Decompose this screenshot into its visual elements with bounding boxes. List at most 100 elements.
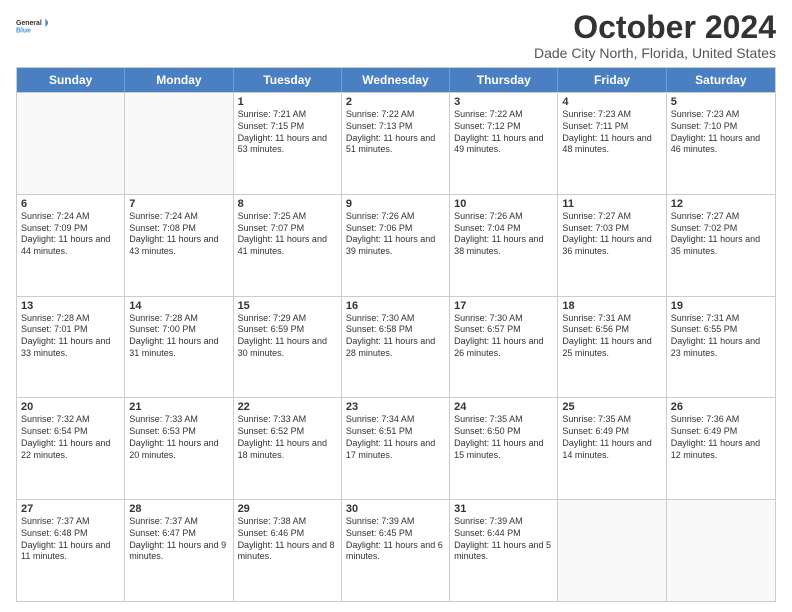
logo: General Blue <box>16 10 48 42</box>
cell-sunrise: Sunrise: 7:23 AMSunset: 7:11 PMDaylight:… <box>562 109 651 154</box>
cell-sunrise: Sunrise: 7:27 AMSunset: 7:02 PMDaylight:… <box>671 211 760 256</box>
day-number: 14 <box>129 300 228 312</box>
header-right: October 2024 Dade City North, Florida, U… <box>534 10 776 61</box>
day-number: 10 <box>454 198 553 210</box>
day-number: 31 <box>454 503 553 515</box>
cell-sunrise: Sunrise: 7:33 AMSunset: 6:52 PMDaylight:… <box>238 414 327 459</box>
day-number: 9 <box>346 198 445 210</box>
cell-sunrise: Sunrise: 7:31 AMSunset: 6:56 PMDaylight:… <box>562 313 651 358</box>
calendar-cell-23: 23 Sunrise: 7:34 AMSunset: 6:51 PMDaylig… <box>342 398 450 499</box>
day-number: 17 <box>454 300 553 312</box>
calendar-cell-15: 15 Sunrise: 7:29 AMSunset: 6:59 PMDaylig… <box>234 297 342 398</box>
cell-sunrise: Sunrise: 7:28 AMSunset: 7:01 PMDaylight:… <box>21 313 110 358</box>
page: General Blue October 2024 Dade City Nort… <box>0 0 792 612</box>
day-number: 11 <box>562 198 661 210</box>
cell-sunrise: Sunrise: 7:24 AMSunset: 7:09 PMDaylight:… <box>21 211 110 256</box>
calendar-cell-8: 8 Sunrise: 7:25 AMSunset: 7:07 PMDayligh… <box>234 195 342 296</box>
calendar-cell-empty <box>558 500 666 601</box>
day-number: 21 <box>129 401 228 413</box>
calendar-cell-5: 5 Sunrise: 7:23 AMSunset: 7:10 PMDayligh… <box>667 93 775 194</box>
day-number: 15 <box>238 300 337 312</box>
cell-sunrise: Sunrise: 7:26 AMSunset: 7:06 PMDaylight:… <box>346 211 435 256</box>
day-number: 13 <box>21 300 120 312</box>
cell-sunrise: Sunrise: 7:23 AMSunset: 7:10 PMDaylight:… <box>671 109 760 154</box>
calendar-cell-empty <box>125 93 233 194</box>
calendar-cell-24: 24 Sunrise: 7:35 AMSunset: 6:50 PMDaylig… <box>450 398 558 499</box>
cell-sunrise: Sunrise: 7:37 AMSunset: 6:47 PMDaylight:… <box>129 516 226 561</box>
cell-sunrise: Sunrise: 7:38 AMSunset: 6:46 PMDaylight:… <box>238 516 335 561</box>
cell-sunrise: Sunrise: 7:22 AMSunset: 7:12 PMDaylight:… <box>454 109 543 154</box>
logo-icon: General Blue <box>16 10 48 42</box>
calendar-body: 1 Sunrise: 7:21 AMSunset: 7:15 PMDayligh… <box>17 92 775 601</box>
day-number: 8 <box>238 198 337 210</box>
calendar-cell-13: 13 Sunrise: 7:28 AMSunset: 7:01 PMDaylig… <box>17 297 125 398</box>
cell-sunrise: Sunrise: 7:30 AMSunset: 6:57 PMDaylight:… <box>454 313 543 358</box>
calendar-week-4: 20 Sunrise: 7:32 AMSunset: 6:54 PMDaylig… <box>17 397 775 499</box>
cell-sunrise: Sunrise: 7:35 AMSunset: 6:50 PMDaylight:… <box>454 414 543 459</box>
day-number: 2 <box>346 96 445 108</box>
calendar-cell-29: 29 Sunrise: 7:38 AMSunset: 6:46 PMDaylig… <box>234 500 342 601</box>
cell-sunrise: Sunrise: 7:25 AMSunset: 7:07 PMDaylight:… <box>238 211 327 256</box>
cell-sunrise: Sunrise: 7:39 AMSunset: 6:44 PMDaylight:… <box>454 516 551 561</box>
svg-text:General: General <box>16 20 42 27</box>
cell-sunrise: Sunrise: 7:31 AMSunset: 6:55 PMDaylight:… <box>671 313 760 358</box>
day-number: 6 <box>21 198 120 210</box>
cell-sunrise: Sunrise: 7:30 AMSunset: 6:58 PMDaylight:… <box>346 313 435 358</box>
day-number: 28 <box>129 503 228 515</box>
cell-sunrise: Sunrise: 7:21 AMSunset: 7:15 PMDaylight:… <box>238 109 327 154</box>
calendar-header-monday: Monday <box>125 68 233 92</box>
calendar-cell-9: 9 Sunrise: 7:26 AMSunset: 7:06 PMDayligh… <box>342 195 450 296</box>
calendar-cell-16: 16 Sunrise: 7:30 AMSunset: 6:58 PMDaylig… <box>342 297 450 398</box>
calendar-header-tuesday: Tuesday <box>234 68 342 92</box>
cell-sunrise: Sunrise: 7:29 AMSunset: 6:59 PMDaylight:… <box>238 313 327 358</box>
calendar-cell-31: 31 Sunrise: 7:39 AMSunset: 6:44 PMDaylig… <box>450 500 558 601</box>
calendar: SundayMondayTuesdayWednesdayThursdayFrid… <box>16 67 776 602</box>
day-number: 4 <box>562 96 661 108</box>
calendar-cell-20: 20 Sunrise: 7:32 AMSunset: 6:54 PMDaylig… <box>17 398 125 499</box>
calendar-cell-4: 4 Sunrise: 7:23 AMSunset: 7:11 PMDayligh… <box>558 93 666 194</box>
calendar-cell-22: 22 Sunrise: 7:33 AMSunset: 6:52 PMDaylig… <box>234 398 342 499</box>
day-number: 18 <box>562 300 661 312</box>
calendar-week-5: 27 Sunrise: 7:37 AMSunset: 6:48 PMDaylig… <box>17 499 775 601</box>
cell-sunrise: Sunrise: 7:28 AMSunset: 7:00 PMDaylight:… <box>129 313 218 358</box>
calendar-cell-12: 12 Sunrise: 7:27 AMSunset: 7:02 PMDaylig… <box>667 195 775 296</box>
calendar-cell-3: 3 Sunrise: 7:22 AMSunset: 7:12 PMDayligh… <box>450 93 558 194</box>
cell-sunrise: Sunrise: 7:26 AMSunset: 7:04 PMDaylight:… <box>454 211 543 256</box>
calendar-cell-25: 25 Sunrise: 7:35 AMSunset: 6:49 PMDaylig… <box>558 398 666 499</box>
day-number: 7 <box>129 198 228 210</box>
page-title: October 2024 <box>534 10 776 45</box>
calendar-cell-18: 18 Sunrise: 7:31 AMSunset: 6:56 PMDaylig… <box>558 297 666 398</box>
calendar-cell-30: 30 Sunrise: 7:39 AMSunset: 6:45 PMDaylig… <box>342 500 450 601</box>
day-number: 12 <box>671 198 771 210</box>
calendar-cell-empty <box>667 500 775 601</box>
calendar-cell-11: 11 Sunrise: 7:27 AMSunset: 7:03 PMDaylig… <box>558 195 666 296</box>
calendar-cell-1: 1 Sunrise: 7:21 AMSunset: 7:15 PMDayligh… <box>234 93 342 194</box>
day-number: 27 <box>21 503 120 515</box>
calendar-week-3: 13 Sunrise: 7:28 AMSunset: 7:01 PMDaylig… <box>17 296 775 398</box>
calendar-header-saturday: Saturday <box>667 68 775 92</box>
day-number: 1 <box>238 96 337 108</box>
calendar-cell-26: 26 Sunrise: 7:36 AMSunset: 6:49 PMDaylig… <box>667 398 775 499</box>
day-number: 29 <box>238 503 337 515</box>
calendar-cell-6: 6 Sunrise: 7:24 AMSunset: 7:09 PMDayligh… <box>17 195 125 296</box>
calendar-cell-27: 27 Sunrise: 7:37 AMSunset: 6:48 PMDaylig… <box>17 500 125 601</box>
cell-sunrise: Sunrise: 7:36 AMSunset: 6:49 PMDaylight:… <box>671 414 760 459</box>
calendar-cell-10: 10 Sunrise: 7:26 AMSunset: 7:04 PMDaylig… <box>450 195 558 296</box>
svg-text:Blue: Blue <box>16 27 31 34</box>
calendar-header-sunday: Sunday <box>17 68 125 92</box>
cell-sunrise: Sunrise: 7:27 AMSunset: 7:03 PMDaylight:… <box>562 211 651 256</box>
calendar-cell-7: 7 Sunrise: 7:24 AMSunset: 7:08 PMDayligh… <box>125 195 233 296</box>
day-number: 19 <box>671 300 771 312</box>
calendar-header-thursday: Thursday <box>450 68 558 92</box>
cell-sunrise: Sunrise: 7:24 AMSunset: 7:08 PMDaylight:… <box>129 211 218 256</box>
page-subtitle: Dade City North, Florida, United States <box>534 45 776 61</box>
calendar-cell-14: 14 Sunrise: 7:28 AMSunset: 7:00 PMDaylig… <box>125 297 233 398</box>
cell-sunrise: Sunrise: 7:39 AMSunset: 6:45 PMDaylight:… <box>346 516 443 561</box>
calendar-cell-19: 19 Sunrise: 7:31 AMSunset: 6:55 PMDaylig… <box>667 297 775 398</box>
day-number: 25 <box>562 401 661 413</box>
calendar-cell-empty <box>17 93 125 194</box>
cell-sunrise: Sunrise: 7:35 AMSunset: 6:49 PMDaylight:… <box>562 414 651 459</box>
day-number: 20 <box>21 401 120 413</box>
cell-sunrise: Sunrise: 7:22 AMSunset: 7:13 PMDaylight:… <box>346 109 435 154</box>
calendar-cell-2: 2 Sunrise: 7:22 AMSunset: 7:13 PMDayligh… <box>342 93 450 194</box>
